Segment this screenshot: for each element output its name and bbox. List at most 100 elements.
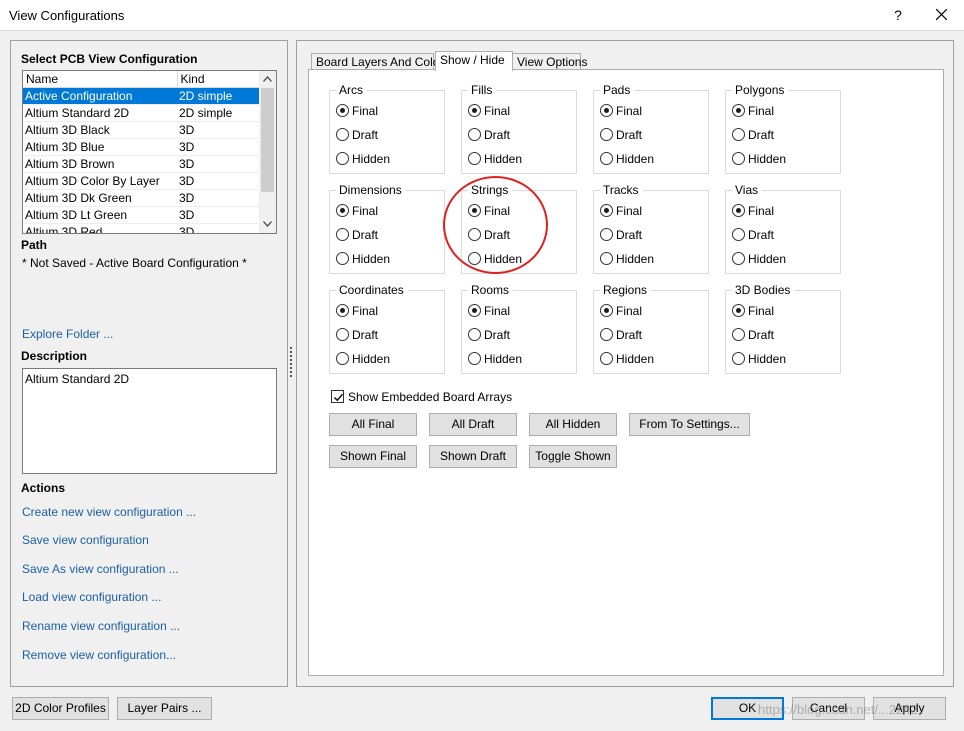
list-scrollbar[interactable] — [259, 71, 276, 233]
radio-label: Draft — [352, 128, 379, 142]
all-final-button[interactable]: All Final — [329, 413, 417, 436]
radio-dot-icon[interactable] — [336, 352, 349, 365]
radio-dot-icon[interactable] — [336, 304, 349, 317]
radio-label: Final — [616, 304, 643, 318]
table-row[interactable]: Altium 3D Black 3D — [23, 121, 259, 139]
group-arcs: Arcs Final Draft Hidden — [329, 83, 445, 174]
group-vias: Vias Final Draft Hidden — [725, 183, 841, 274]
group-title: Dimensions — [336, 183, 406, 197]
toggle-shown-button[interactable]: Toggle Shown — [529, 445, 617, 468]
window-title: View Configurations — [9, 8, 125, 23]
group-title: Polygons — [732, 83, 789, 97]
radio-dot-icon[interactable] — [732, 204, 745, 217]
radio-dot-icon[interactable] — [336, 128, 349, 141]
table-row[interactable]: Altium 3D Brown 3D — [23, 155, 259, 173]
radio-dot-icon[interactable] — [600, 204, 613, 217]
table-row[interactable]: Altium Standard 2D 2D simple — [23, 104, 259, 122]
panel-splitter[interactable] — [289, 345, 293, 381]
remove-config-link[interactable]: Remove view configuration... — [22, 648, 176, 662]
group-tracks: Tracks Final Draft Hidden — [593, 183, 709, 274]
tab-board-layers[interactable]: Board Layers And Colors — [311, 53, 449, 70]
radio-dot-icon[interactable] — [600, 128, 613, 141]
config-name: Altium 3D Color By Layer — [23, 172, 177, 190]
radio-label: Final — [616, 204, 643, 218]
radio-dot-icon[interactable] — [732, 352, 745, 365]
column-header-name[interactable]: Name — [23, 71, 178, 88]
description-box[interactable]: Altium Standard 2D — [22, 368, 277, 474]
config-name: Altium 3D Red — [23, 223, 177, 233]
radio-dot-icon[interactable] — [600, 104, 613, 117]
radio-dot-icon[interactable] — [336, 228, 349, 241]
radio-dot-icon[interactable] — [732, 252, 745, 265]
radio-dot-icon[interactable] — [732, 104, 745, 117]
annotation-circle — [443, 176, 548, 274]
radio-dot-icon[interactable] — [336, 204, 349, 217]
title-bar: View Configurations ? — [0, 0, 964, 31]
shown-final-button[interactable]: Shown Final — [329, 445, 417, 468]
table-row[interactable]: Altium 3D Blue 3D — [23, 138, 259, 156]
group-title: 3D Bodies — [732, 283, 795, 297]
table-row[interactable]: Altium 3D Lt Green 3D — [23, 206, 259, 224]
radio-dot-icon[interactable] — [600, 352, 613, 365]
radio-dot-icon[interactable] — [600, 328, 613, 341]
table-row[interactable]: Altium 3D Dk Green 3D — [23, 189, 259, 207]
checkbox-box[interactable] — [331, 390, 344, 403]
radio-label: Hidden — [484, 152, 523, 166]
create-config-link[interactable]: Create new view configuration ... — [22, 505, 196, 519]
radio-dot-icon[interactable] — [600, 252, 613, 265]
scroll-thumb[interactable] — [261, 88, 274, 192]
scroll-down-icon[interactable] — [259, 216, 276, 233]
radio-dot-icon[interactable] — [600, 152, 613, 165]
radio-dot-icon[interactable] — [336, 328, 349, 341]
load-config-link[interactable]: Load view configuration ... — [22, 590, 161, 604]
config-name: Altium Standard 2D — [23, 104, 177, 122]
table-row[interactable]: Active Configuration 2D simple — [23, 87, 259, 105]
tab-view-options[interactable]: View Options — [512, 53, 587, 70]
check-icon — [333, 393, 344, 402]
radio-dot-icon[interactable] — [336, 104, 349, 117]
group-fills: Fills Final Draft Hidden — [461, 83, 577, 174]
group-title: Coordinates — [336, 283, 408, 297]
radio-dot-icon[interactable] — [732, 328, 745, 341]
radio-dot-icon[interactable] — [336, 152, 349, 165]
tab-show-hide[interactable]: Show / Hide — [435, 51, 513, 71]
shown-draft-button[interactable]: Shown Draft — [429, 445, 517, 468]
description-heading: Description — [21, 349, 88, 363]
radio-dot-icon[interactable] — [468, 128, 481, 141]
close-button[interactable] — [930, 5, 952, 25]
layer-pairs-button[interactable]: Layer Pairs ... — [117, 697, 212, 720]
radio-dot-icon[interactable] — [468, 304, 481, 317]
config-list[interactable]: Name Kind Active Configuration 2D simple A… — [22, 70, 277, 234]
all-draft-button[interactable]: All Draft — [429, 413, 517, 436]
scroll-up-icon[interactable] — [259, 71, 276, 88]
rename-config-link[interactable]: Rename view configuration ... — [22, 619, 180, 633]
group-pads: Pads Final Draft Hidden — [593, 83, 709, 174]
radio-dot-icon[interactable] — [600, 228, 613, 241]
config-name: Altium 3D Black — [23, 121, 177, 139]
all-hidden-button[interactable]: All Hidden — [529, 413, 617, 436]
table-row[interactable]: Altium 3D Red 3D — [23, 223, 259, 233]
group-title: Vias — [732, 183, 763, 197]
from-to-settings-button[interactable]: From To Settings... — [629, 413, 750, 436]
help-icon: ? — [894, 7, 902, 23]
config-kind: 2D simple — [177, 104, 259, 122]
config-kind: 3D — [177, 155, 259, 173]
help-button[interactable]: ? — [888, 5, 908, 25]
radio-dot-icon[interactable] — [468, 328, 481, 341]
radio-dot-icon[interactable] — [732, 152, 745, 165]
explore-folder-link[interactable]: Explore Folder ... — [22, 327, 113, 341]
table-row[interactable]: Altium 3D Color By Layer 3D — [23, 172, 259, 190]
radio-dot-icon[interactable] — [468, 352, 481, 365]
color-profiles-button[interactable]: 2D Color Profiles — [12, 697, 109, 720]
save-as-config-link[interactable]: Save As view configuration ... — [22, 562, 179, 576]
radio-dot-icon[interactable] — [732, 304, 745, 317]
radio-dot-icon[interactable] — [732, 128, 745, 141]
column-header-kind[interactable]: Kind — [177, 71, 260, 88]
radio-dot-icon[interactable] — [468, 152, 481, 165]
show-hide-page: Arcs Final Draft Hidden Fills Final Draft Hidde… — [308, 69, 944, 676]
radio-dot-icon[interactable] — [336, 252, 349, 265]
radio-dot-icon[interactable] — [468, 104, 481, 117]
radio-dot-icon[interactable] — [732, 228, 745, 241]
save-config-link[interactable]: Save view configuration — [22, 533, 149, 547]
radio-dot-icon[interactable] — [600, 304, 613, 317]
